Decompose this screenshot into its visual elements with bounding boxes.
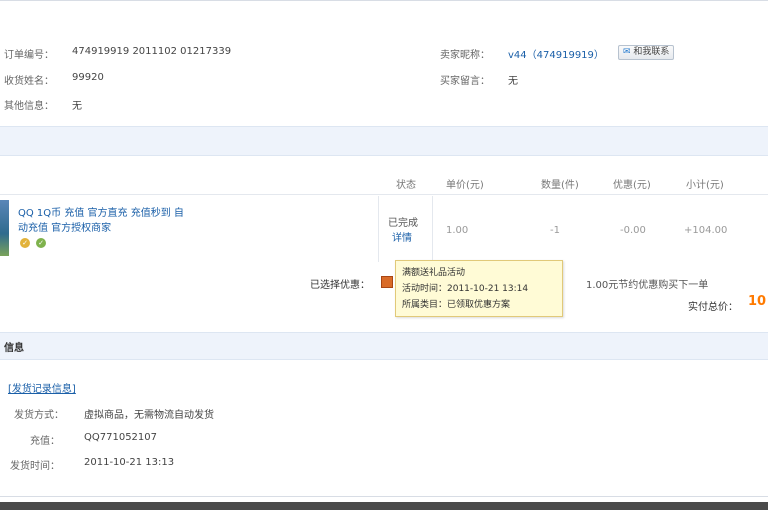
item-status: 已完成 [388,218,418,229]
delivery-method-label: 发货方式： [14,410,64,421]
delivery-record-link[interactable]: [发货记录信息] [8,380,76,395]
guarantee-badge-icon: ✓ [20,238,30,248]
order-no-value: 474919919 2011102 01217339 [72,46,232,57]
goods-table-header [0,166,768,195]
top-border [0,0,768,1]
promo-text: 1.00元节约优惠购买下一单 [586,280,709,291]
item-discount: -0.00 [620,225,646,236]
total-value: 10 [748,294,767,309]
buyer-note-value: 无 [508,76,518,87]
product-title-line2[interactable]: 动充值 官方授权商家 [18,219,111,234]
seller-value[interactable]: v44（474919919） [508,46,604,61]
item-quantity: -1 [550,225,560,236]
promo-tooltip: 满额送礼品活动 活动时间：2011-10-21 13:14 所属类目：已领取优惠… [395,260,563,317]
item-status-detail-link[interactable]: 详情 [392,229,412,244]
promo-label: 已选择优惠： [310,280,370,291]
tooltip-line2: 活动时间：2011-10-21 13:14 [402,284,529,294]
delivery-account-value: QQ771052107 [84,432,158,443]
delivery-method-value: 虚拟商品，无需物流自动发货 [84,410,214,421]
status-column-divider [378,196,379,262]
total-label: 实付总价： [688,302,738,313]
delivery-section-title: 信息 [4,343,24,354]
bottom-bar [0,502,768,510]
bottom-border [0,496,768,497]
item-unit-price: 1.00 [446,225,469,236]
header-status: 状态 [396,180,416,191]
delivery-time-label: 发货时间： [10,461,60,472]
section-band [0,126,768,156]
buyer-note-label: 买家留言： [440,76,490,87]
promo-info-icon[interactable] [381,276,393,288]
header-quantity: 数量(件) [541,180,579,191]
chat-icon: ✉ [623,47,631,57]
product-title-line1[interactable]: QQ 1Q币 充值 官方直充 充值秒到 自 [18,204,184,219]
delivery-account-label: 充值： [30,436,60,447]
header-discount: 优惠(元) [613,180,651,191]
status-column-divider-right [432,196,433,262]
service-badge-icon: ✓ [36,238,46,248]
receiver-value: 99920 [72,72,104,83]
contact-button-label: 和我联系 [633,47,670,57]
tooltip-line3: 所属类目：已领取优惠方案 [402,300,511,310]
seller-label: 卖家昵称： [440,50,490,61]
header-subtotal: 小计(元) [686,180,724,191]
delivery-time-value: 2011-10-21 13:13 [84,457,175,468]
order-no-label: 订单编号： [4,50,54,61]
delivery-section-band [0,332,768,360]
tooltip-line1: 满额送礼品活动 [402,268,466,278]
product-thumbnail[interactable] [0,200,9,256]
item-subtotal: +104.00 [684,225,728,236]
header-unit-price: 单价(元) [446,180,484,191]
receiver-label: 收货姓名： [4,76,54,87]
other-info-value: 无 [72,101,82,112]
contact-seller-button[interactable]: ✉ 和我联系 [618,45,675,60]
other-info-label: 其他信息： [4,101,54,112]
